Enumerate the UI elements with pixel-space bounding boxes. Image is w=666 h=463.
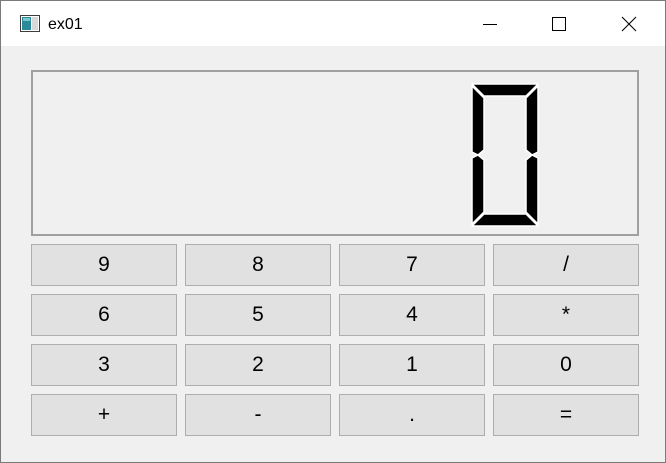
- key-multiply-button[interactable]: *: [493, 294, 639, 336]
- lcd-segment-f: [471, 85, 485, 156]
- key-digit-8-button[interactable]: 8: [185, 244, 331, 286]
- maximize-icon: [552, 16, 566, 31]
- key-equals-button[interactable]: =: [493, 394, 639, 436]
- key-digit-5-button[interactable]: 5: [185, 294, 331, 336]
- lcd-segment-c: [525, 154, 539, 225]
- key-digit-0-button[interactable]: 0: [493, 344, 639, 386]
- key-digit-3-button[interactable]: 3: [31, 344, 177, 386]
- key-digit-1-button[interactable]: 1: [339, 344, 485, 386]
- key-add-button[interactable]: +: [31, 394, 177, 436]
- close-icon: [621, 16, 637, 31]
- lcd-segment-e: [471, 154, 485, 225]
- lcd-segment-b: [525, 85, 539, 156]
- key-digit-2-button[interactable]: 2: [185, 344, 331, 386]
- key-digit-4-button[interactable]: 4: [339, 294, 485, 336]
- key-digit-6-button[interactable]: 6: [31, 294, 177, 336]
- calculator-body: 9 8 7/ 6 5 4 * 3 2 1 0 + -. =: [1, 46, 665, 462]
- close-button[interactable]: [594, 1, 664, 46]
- key-decimal-button[interactable]: .: [339, 394, 485, 436]
- lcd-segment-a: [471, 83, 539, 97]
- lcd-display: [31, 70, 639, 236]
- key-subtract-button[interactable]: -: [185, 394, 331, 436]
- lcd-segment-d: [471, 213, 539, 227]
- lcd-digit: [471, 83, 539, 227]
- minimize-icon: [483, 23, 497, 25]
- key-digit-7-button[interactable]: 7: [339, 244, 485, 286]
- maximize-button[interactable]: [524, 1, 594, 46]
- app-window-icon: [20, 15, 40, 32]
- app-window: ex01 9 8 7/ 6 5 4 * 3 2 1 0 + -. =: [0, 0, 666, 463]
- key-divide-button[interactable]: /: [493, 244, 639, 286]
- minimize-button[interactable]: [455, 1, 525, 46]
- key-digit-9-button[interactable]: 9: [31, 244, 177, 286]
- title-bar[interactable]: ex01: [1, 1, 665, 46]
- window-title: ex01: [48, 16, 83, 33]
